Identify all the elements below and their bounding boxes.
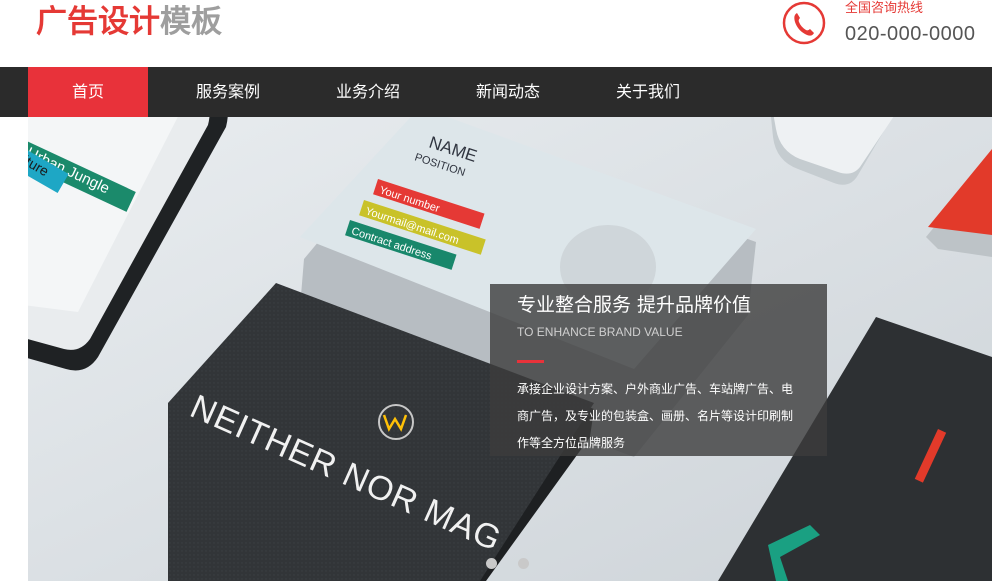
banner-title: 专业整合服务 提升品牌价值 xyxy=(517,294,752,316)
nav-item-home[interactable]: 首页 xyxy=(28,67,148,117)
site-header: 广告设计模板 全国咨询热线 020-000-0000 xyxy=(0,0,992,67)
slider-dot-1[interactable] xyxy=(486,558,497,569)
hero-banner[interactable]: Urban Jungle Culture NAME POSITION Your … xyxy=(28,117,992,581)
hotline-block: 全国咨询热线 020-000-0000 xyxy=(780,0,992,60)
nav-item-about[interactable]: 关于我们 xyxy=(588,67,708,117)
main-nav: 首页 服务案例 业务介绍 新闻动态 关于我们 xyxy=(0,67,992,117)
site-logo[interactable]: 广告设计模板 xyxy=(36,2,222,42)
banner-description: 承接企业设计方案、户外商业广告、车站牌广告、电商广告，及专业的包装盒、画册、名片… xyxy=(517,382,794,450)
logo-text-secondary: 模板 xyxy=(160,4,222,40)
logo-text-primary: 广告设计 xyxy=(36,4,160,40)
accent-divider xyxy=(517,360,544,363)
hotline-number[interactable]: 020-000-0000 xyxy=(845,22,976,46)
banner-subtitle: TO ENHANCE BRAND VALUE xyxy=(517,325,683,339)
nav-item-business[interactable]: 业务介绍 xyxy=(308,67,428,117)
phone-icon xyxy=(782,1,826,45)
banner-caption: 专业整合服务 提升品牌价值 TO ENHANCE BRAND VALUE 承接企… xyxy=(490,284,827,456)
nav-item-cases[interactable]: 服务案例 xyxy=(168,67,288,117)
hotline-label: 全国咨询热线 xyxy=(845,1,924,16)
slider-dot-2[interactable] xyxy=(518,558,529,569)
nav-item-news[interactable]: 新闻动态 xyxy=(448,67,568,117)
